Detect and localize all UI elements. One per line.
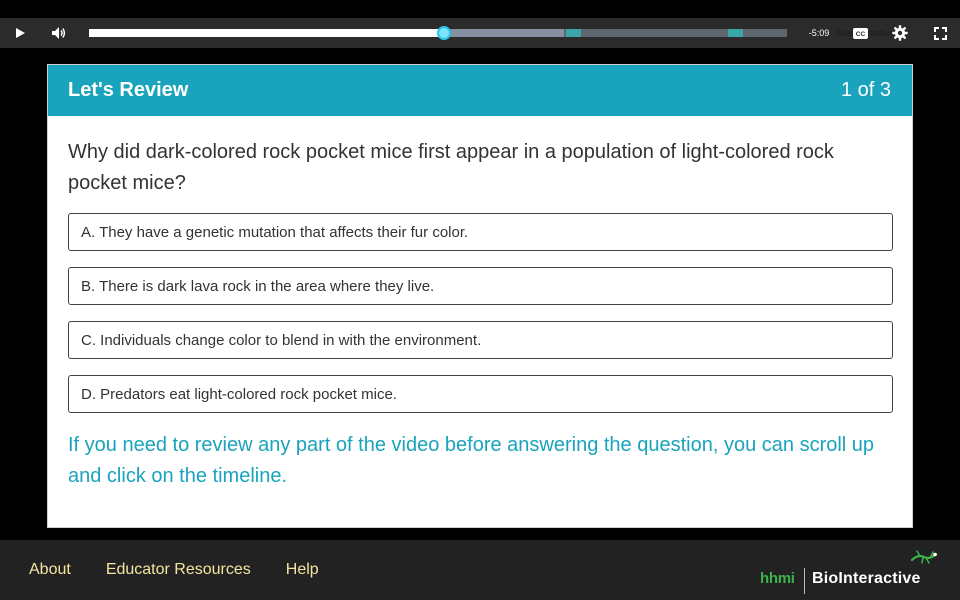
question-text: Why did dark-colored rock pocket mice fi… bbox=[68, 141, 834, 194]
timeline-chapter-marker[interactable] bbox=[727, 29, 743, 37]
volume-icon bbox=[52, 27, 66, 39]
answer-option-a[interactable]: A. They have a genetic mutation that aff… bbox=[68, 213, 893, 251]
fullscreen-icon bbox=[933, 26, 947, 40]
lizard-icon bbox=[910, 550, 938, 564]
site-footer: About Educator Resources Help hhmi BioIn… bbox=[0, 540, 960, 600]
video-timeline[interactable] bbox=[89, 26, 787, 40]
hhmi-logo-text: hhmi bbox=[760, 570, 795, 587]
video-control-bar: BioInteractive -5:09 CC bbox=[0, 18, 960, 48]
footer-link-educator-resources[interactable]: Educator Resources bbox=[106, 561, 251, 579]
answer-list: A. They have a genetic mutation that aff… bbox=[68, 213, 893, 429]
timeline-played bbox=[89, 29, 444, 37]
closed-captions-icon: CC bbox=[852, 27, 868, 39]
play-icon bbox=[16, 28, 25, 38]
fullscreen-button[interactable] bbox=[925, 18, 955, 48]
play-button[interactable] bbox=[5, 18, 35, 48]
gear-icon bbox=[892, 25, 908, 41]
review-card-header: Let's Review 1 of 3 bbox=[48, 65, 912, 116]
answer-option-d[interactable]: D. Predators eat light-colored rock pock… bbox=[68, 375, 893, 413]
time-remaining: -5:09 bbox=[808, 28, 830, 38]
captions-button[interactable]: CC bbox=[845, 18, 875, 48]
settings-button[interactable] bbox=[885, 18, 915, 48]
footer-nav: About Educator Resources Help bbox=[29, 540, 354, 600]
answer-option-c[interactable]: C. Individuals change color to blend in … bbox=[68, 321, 893, 359]
biointeractive-logo-text: BioInteractive bbox=[812, 570, 921, 587]
footer-link-help[interactable]: Help bbox=[286, 561, 319, 579]
brand-logo[interactable]: hhmi BioInteractive bbox=[760, 548, 940, 594]
review-card: Let's Review 1 of 3 Why did dark-colored… bbox=[47, 64, 913, 528]
svg-text:CC: CC bbox=[855, 31, 865, 38]
review-hint: If you need to review any part of the vi… bbox=[68, 434, 875, 487]
footer-link-about[interactable]: About bbox=[29, 561, 71, 579]
timeline-chapter-marker[interactable] bbox=[565, 29, 582, 37]
volume-button[interactable] bbox=[44, 18, 74, 48]
answer-option-b[interactable]: B. There is dark lava rock in the area w… bbox=[68, 267, 893, 305]
question-counter: 1 of 3 bbox=[840, 79, 891, 101]
timeline-scrub-handle[interactable] bbox=[436, 26, 451, 40]
review-title: Let's Review bbox=[68, 79, 189, 101]
brand-divider bbox=[804, 568, 805, 594]
